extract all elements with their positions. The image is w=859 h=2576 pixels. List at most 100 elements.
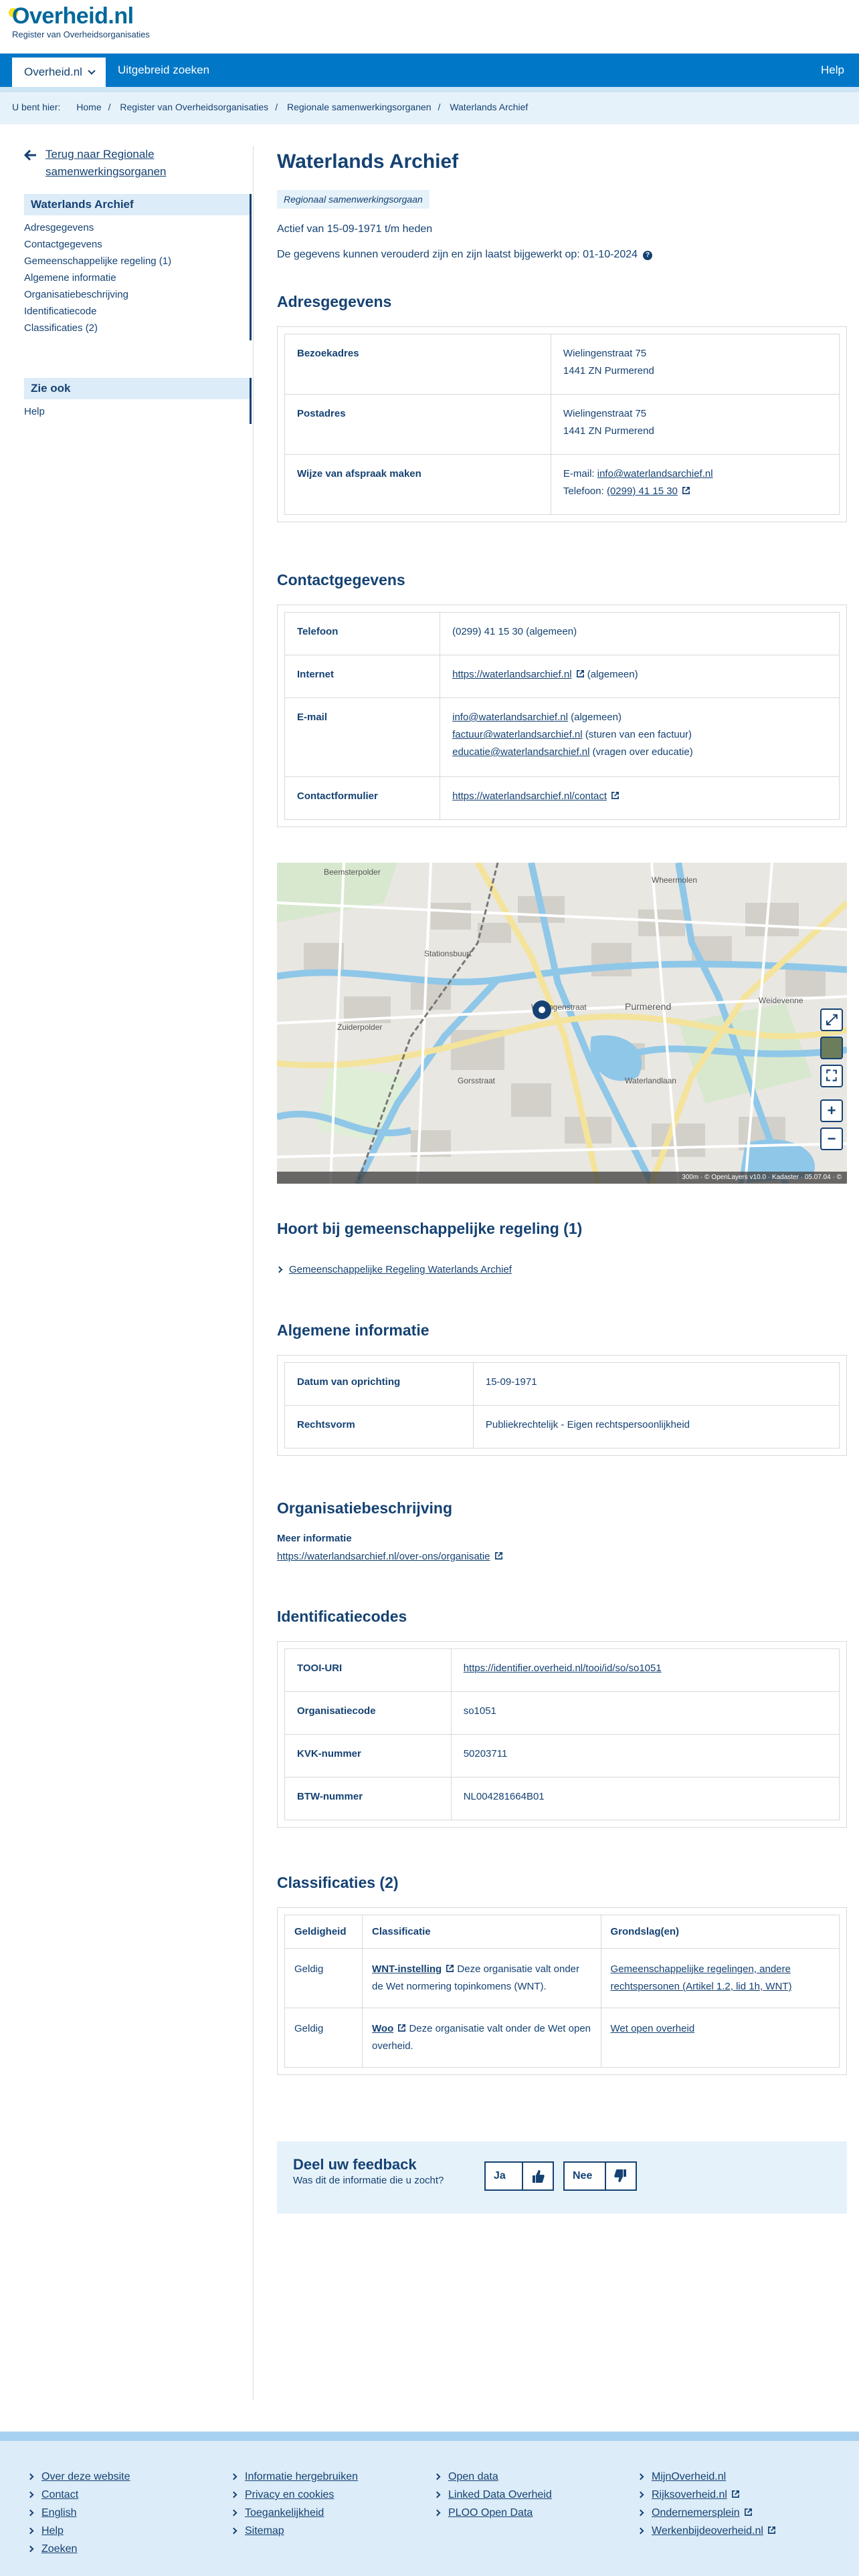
postadres-value: Wielingenstraat 75 1441 ZN Purmerend (550, 394, 840, 455)
footer-link[interactable]: Help (27, 2522, 130, 2540)
nav-uitgebreid-zoeken[interactable]: Uitgebreid zoeken (118, 53, 209, 87)
back-link-label[interactable]: Terug naar Regionale samenwerkingsorgane… (45, 148, 167, 178)
back-link[interactable]: Terug naar Regionale samenwerkingsorgane… (24, 146, 252, 181)
column-header: Classificatie (362, 1915, 601, 1949)
external-link-icon (494, 1552, 502, 1560)
footer-link[interactable]: Informatie hergebruiken (230, 2468, 358, 2486)
afspraak-value: E-mail: info@waterlandsarchief.nl Telefo… (550, 454, 840, 515)
footer-link[interactable]: MijnOverheid.nl (637, 2468, 776, 2486)
email-factuur-link[interactable]: factuur@waterlandsarchief.nl (452, 729, 583, 740)
map-canvas[interactable]: Beemsterpolder Purmerend Zuiderpolder We… (277, 863, 847, 1184)
footer-link[interactable]: Privacy en cookies (230, 2486, 358, 2504)
footer-link[interactable]: Contact (27, 2486, 130, 2504)
bezoekadres-value: Wielingenstraat 75 1441 ZN Purmerend (550, 334, 840, 395)
meer-info-link[interactable]: https://waterlandsarchief.nl/over-ons/or… (277, 1551, 490, 1562)
breadcrumb-current: Waterlands Archief (450, 102, 529, 112)
arrow-left-icon (24, 149, 36, 161)
footer-link[interactable]: Zoeken (27, 2540, 130, 2558)
map-marker-icon[interactable] (533, 1000, 551, 1019)
table-row: Geldig Woo Deze organisatie valt onder d… (284, 2008, 840, 2068)
map-label: Wheermolen (652, 875, 697, 885)
main-content: Waterlands Archief Regionaal samenwerkin… (276, 148, 847, 2214)
external-link-icon (731, 2490, 739, 2498)
zoom-in-icon[interactable]: + (820, 1099, 843, 1122)
feedback-no-button[interactable]: Nee (563, 2161, 637, 2191)
logo[interactable]: Overheid.nl (9, 3, 859, 29)
zie-ook-help[interactable]: Help (24, 403, 250, 420)
afspraak-email-link[interactable]: info@waterlandsarchief.nl (597, 468, 713, 479)
contactformulier-link[interactable]: https://waterlandsarchief.nl/contact (452, 790, 607, 802)
footer-link[interactable]: Werkenbijdeoverheid.nl (637, 2522, 776, 2540)
regeling-title: Hoort bij gemeenschappelijke regeling (1… (277, 1220, 583, 1237)
sidebar-item-algemeen[interactable]: Algemene informatie (24, 270, 250, 286)
logo-title[interactable]: Overheid.nl (12, 3, 134, 29)
footer-link[interactable]: Ondernemersplein (637, 2504, 776, 2522)
postadres-label: Postadres (284, 394, 551, 455)
grondslag-link[interactable]: Gemeenschappelijke regelingen, andere re… (611, 1963, 792, 1992)
bijgewerkt-text: De gegevens kunnen verouderd zijn en zij… (277, 249, 847, 261)
identificatie-table: TOOI-URI https://identifier.overheid.nl/… (284, 1648, 840, 1820)
classificatie-cell: Woo Deze organisatie valt onder de Wet o… (362, 2008, 601, 2068)
nav-help[interactable]: Help (821, 53, 844, 87)
tooi-link[interactable]: https://identifier.overheid.nl/tooi/id/s… (464, 1662, 662, 1674)
chevron-right-icon (230, 2509, 237, 2516)
map-attribution: 300m · © OpenLayers v10.0 · Kadaster · 0… (277, 1172, 847, 1184)
regeling-link[interactable]: Gemeenschappelijke Regeling Waterlands A… (289, 1264, 512, 1275)
footer-column-1: Over deze website Contact English Help Z… (27, 2468, 130, 2558)
sidebar-zie-ook: Zie ook Help (24, 378, 252, 424)
tooi-label: TOOI-URI (284, 1648, 452, 1692)
beschrijving-title: Organisatiebeschrijving (277, 1499, 453, 1517)
sidebar-item-beschrijving[interactable]: Organisatiebeschrijving (24, 286, 250, 303)
adresgegevens-title: Adresgegevens (277, 293, 392, 310)
internet-link[interactable]: https://waterlandsarchief.nl (452, 669, 571, 680)
contactgegevens-table: Telefoon (0299) 41 15 30 (algemeen) Inte… (284, 612, 840, 820)
regeling-item[interactable]: Gemeenschappelijke Regeling Waterlands A… (276, 1264, 847, 1275)
chevron-right-icon (637, 2527, 644, 2535)
adresgegevens-section: Adresgegevens Bezoekadres Wielingenstraa… (277, 292, 847, 522)
chevron-right-icon (27, 2545, 34, 2553)
sidebar-item-identificatie[interactable]: Identificatiecode (24, 303, 250, 320)
footer-link[interactable]: Rijksoverheid.nl (637, 2486, 776, 2504)
telefoon-value: (0299) 41 15 30 (algemeen) (440, 612, 840, 655)
contactformulier-value: https://waterlandsarchief.nl/contact (440, 776, 840, 820)
breadcrumb-regionale[interactable]: Regionale samenwerkingsorganen (287, 102, 432, 112)
chevron-right-icon (637, 2491, 644, 2498)
email-educatie-link[interactable]: educatie@waterlandsarchief.nl (452, 746, 589, 758)
footer-link[interactable]: PLOO Open Data (434, 2504, 552, 2522)
fullscreen-icon[interactable]: ⤢ (820, 1008, 843, 1031)
location-map[interactable]: Beemsterpolder Purmerend Zuiderpolder We… (277, 863, 847, 1184)
sidebar-item-contactgegevens[interactable]: Contactgegevens (24, 236, 250, 253)
grondslag-link[interactable]: Wet open overheid (611, 2023, 695, 2034)
footer-link[interactable]: Open data (434, 2468, 552, 2486)
footer-link[interactable]: Over deze website (27, 2468, 130, 2486)
map-label: Purmerend (625, 1001, 671, 1012)
identificatie-table-wrap: TOOI-URI https://identifier.overheid.nl/… (277, 1641, 847, 1828)
rechtsvorm-label: Rechtsvorm (284, 1405, 474, 1448)
zoom-out-icon[interactable]: − (820, 1128, 843, 1150)
footer-link[interactable]: English (27, 2504, 130, 2522)
adresgegevens-table: Bezoekadres Wielingenstraat 75 1441 ZN Pu… (284, 334, 840, 515)
nav-overheid-dropdown[interactable]: Overheid.nl (12, 58, 106, 87)
footer-link[interactable]: Linked Data Overheid (434, 2486, 552, 2504)
layers-icon[interactable] (820, 1037, 843, 1059)
sidebar-item-adresgegevens[interactable]: Adresgegevens (24, 219, 250, 236)
map-label: Weidevenne (759, 996, 803, 1005)
beschrijving-section: Organisatiebeschrijving Meer informatie … (277, 1498, 847, 1562)
breadcrumb-home[interactable]: Home (76, 102, 101, 112)
extent-icon[interactable]: ⛶ (820, 1065, 843, 1087)
woo-link[interactable]: Woo (372, 2023, 393, 2034)
breadcrumb-register[interactable]: Register van Overheidsorganisaties (120, 102, 268, 112)
footer-link[interactable]: Sitemap (230, 2522, 358, 2540)
wnt-link[interactable]: WNT-instelling (372, 1963, 442, 1975)
sidebar-item-regeling[interactable]: Gemeenschappelijke regeling (1) (24, 253, 250, 270)
grondslag-cell: Gemeenschappelijke regelingen, andere re… (600, 1948, 840, 2008)
help-icon[interactable]: ? (643, 251, 653, 260)
internet-label: Internet (284, 655, 441, 698)
breadcrumb: U bent hier: Home / Register van Overheid… (0, 87, 859, 124)
afspraak-tel-link[interactable]: (0299) 41 15 30 (607, 486, 678, 497)
email-info-link[interactable]: info@waterlandsarchief.nl (452, 712, 568, 723)
footer-link[interactable]: Toegankelijkheid (230, 2504, 358, 2522)
sidebar-item-classificaties[interactable]: Classificaties (2) (24, 320, 250, 336)
feedback-yes-button[interactable]: Ja (484, 2161, 554, 2191)
organisatiecode-value: so1051 (450, 1691, 840, 1735)
